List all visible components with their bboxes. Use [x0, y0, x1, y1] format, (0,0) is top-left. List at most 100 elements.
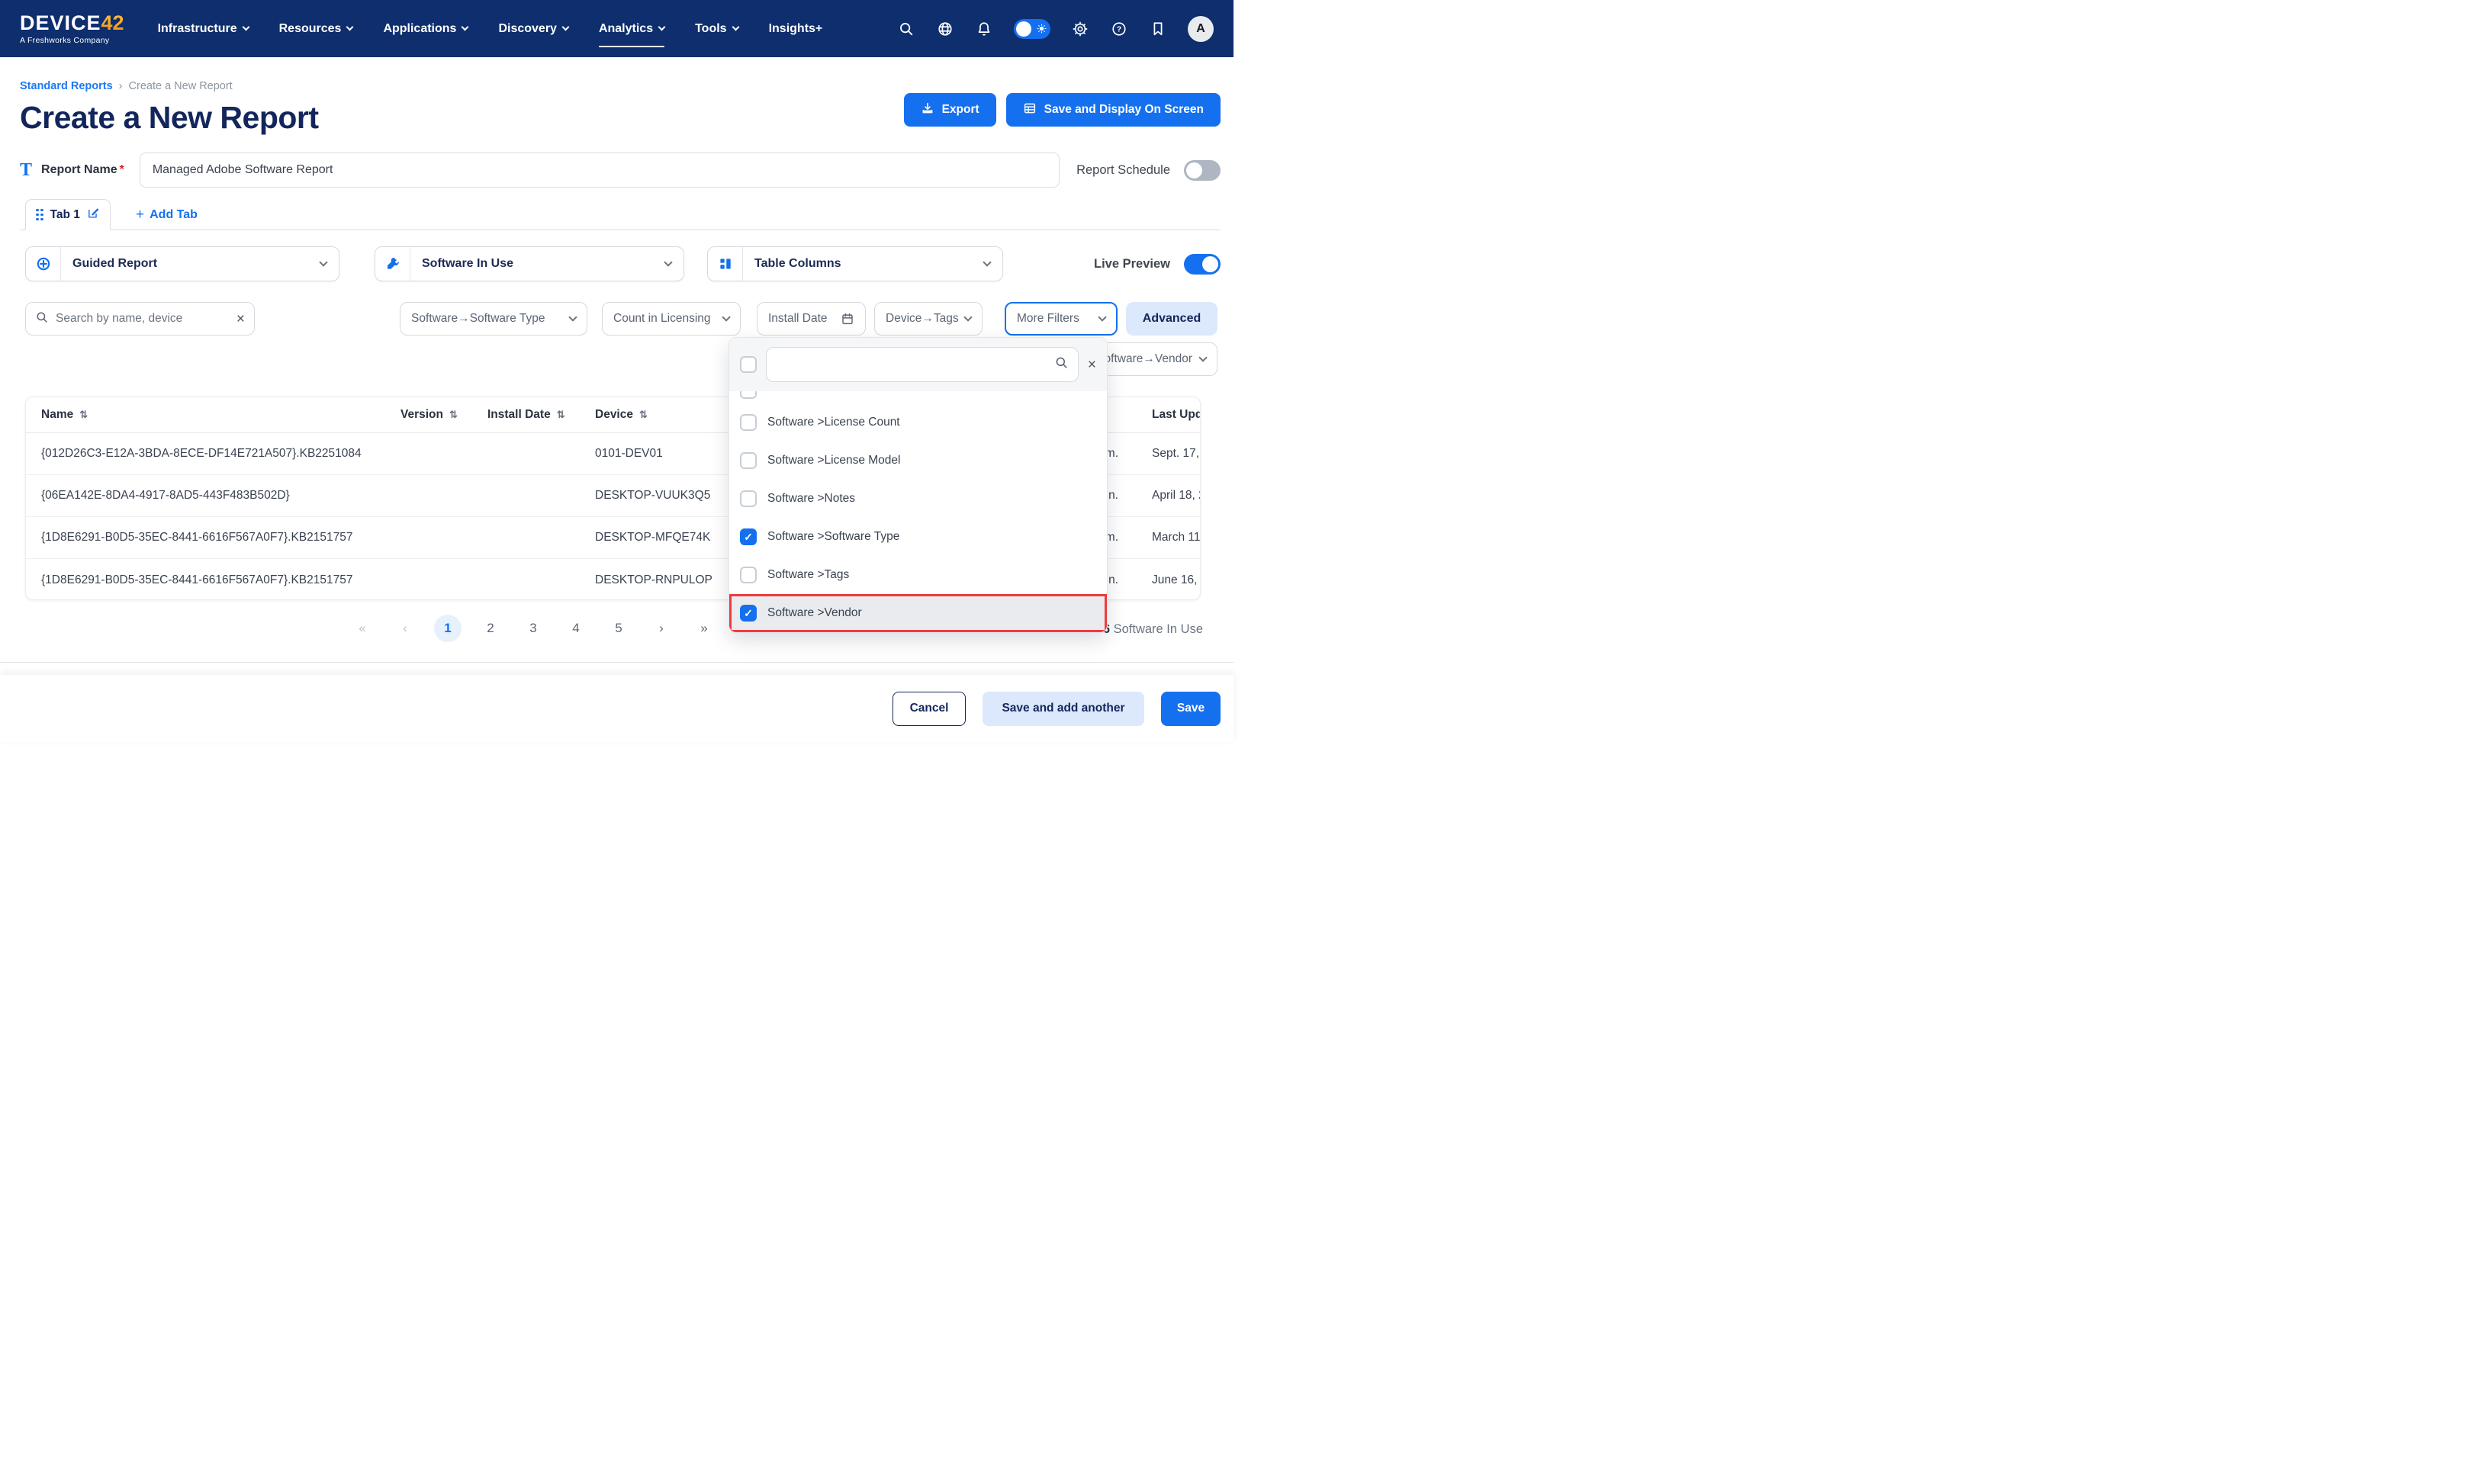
sort-icon[interactable]: ⇅	[639, 409, 648, 421]
page-button-1[interactable]: 1	[434, 615, 462, 642]
cell-device: 0101-DEV01	[595, 433, 663, 474]
nav-item-discovery[interactable]: Discovery	[498, 0, 568, 57]
next-page-button[interactable]: ›	[648, 615, 675, 642]
sort-icon[interactable]: ⇅	[449, 409, 458, 421]
checked-checkbox[interactable]: ✓	[740, 528, 757, 545]
last-page-button[interactable]: »	[690, 615, 718, 642]
panel-search-input[interactable]	[776, 358, 1048, 371]
column-header-name[interactable]: Name⇅	[41, 397, 88, 432]
chevron-down-icon	[983, 258, 991, 266]
report-name-input[interactable]	[140, 153, 1060, 188]
chevron-down-icon	[319, 258, 327, 266]
cancel-button[interactable]: Cancel	[893, 692, 966, 726]
view-mode-select[interactable]: Table Columns	[707, 246, 1003, 281]
panel-option-software-software-type[interactable]: ✓Software >Software Type	[729, 518, 1107, 556]
nav-item-label: Insights+	[769, 22, 823, 36]
nav-item-label: Discovery	[498, 22, 557, 36]
search-input[interactable]	[56, 312, 230, 326]
report-name-label: Report Name	[41, 163, 117, 177]
live-preview-toggle[interactable]	[1184, 254, 1221, 275]
live-preview-label: Live Preview	[1094, 257, 1170, 271]
report-schedule-toggle[interactable]	[1184, 160, 1221, 181]
navbar-actions: ? A	[897, 16, 1214, 42]
select-all-checkbox[interactable]	[740, 356, 757, 373]
notifications-bell-icon[interactable]	[975, 20, 993, 38]
page-button-5[interactable]: 5	[605, 615, 632, 642]
chevron-down-icon	[1098, 313, 1106, 321]
chevron-down-icon	[346, 24, 354, 31]
add-tab-label: Add Tab	[150, 208, 198, 222]
report-type-select[interactable]: Guided Report	[25, 246, 339, 281]
pagination: « ‹ 12345 › »	[349, 615, 718, 642]
header-buttons: Export Save and Display On Screen	[904, 93, 1221, 127]
globe-icon[interactable]	[936, 20, 954, 38]
save-display-button[interactable]: Save and Display On Screen	[1006, 93, 1221, 127]
filter-chip-device-tags[interactable]: Device→Tags	[874, 302, 983, 336]
close-panel-icon[interactable]: ×	[1088, 358, 1096, 372]
filter-chip-software-software-type[interactable]: Software→Software Type	[400, 302, 587, 336]
panel-header: ×	[729, 338, 1107, 391]
toggle-knob	[1186, 162, 1202, 178]
nav-item-applications[interactable]: Applications	[383, 0, 468, 57]
settings-gear-icon[interactable]	[1071, 20, 1089, 38]
wrench-icon	[375, 247, 410, 281]
export-button[interactable]: Export	[904, 93, 996, 127]
live-preview-control: Live Preview	[1094, 254, 1221, 275]
content-divider	[0, 662, 1234, 663]
previous-page-button[interactable]: ‹	[391, 615, 419, 642]
breadcrumb-standard-reports[interactable]: Standard Reports	[20, 80, 113, 92]
nav-item-analytics[interactable]: Analytics	[599, 0, 664, 57]
checked-checkbox[interactable]: ✓	[740, 605, 757, 622]
nav-item-insights[interactable]: Insights+	[769, 0, 823, 57]
nav-item-tools[interactable]: Tools	[695, 0, 738, 57]
page-button-4[interactable]: 4	[562, 615, 590, 642]
column-header-device[interactable]: Device⇅	[595, 397, 648, 432]
panel-option-software-license-model[interactable]: Software >License Model	[729, 442, 1107, 480]
clear-search-icon[interactable]: ×	[236, 312, 245, 326]
unchecked-checkbox[interactable]	[740, 414, 757, 431]
drag-handle-icon[interactable]	[36, 209, 43, 221]
save-and-add-another-button[interactable]: Save and add another	[983, 692, 1144, 726]
page-button-2[interactable]: 2	[477, 615, 504, 642]
edit-tab-icon[interactable]	[87, 207, 100, 223]
panel-option-software-license-count[interactable]: Software >License Count	[729, 403, 1107, 442]
checkbox	[740, 391, 757, 399]
unchecked-checkbox[interactable]	[740, 452, 757, 469]
column-header-last-upd[interactable]: Last Upd	[1152, 397, 1201, 432]
nav-item-resources[interactable]: Resources	[279, 0, 353, 57]
cell-last-updated: June 16, 2	[1152, 559, 1201, 600]
user-avatar[interactable]: A	[1188, 16, 1214, 42]
column-header-version[interactable]: Version⇅	[400, 397, 458, 432]
chevron-down-icon	[242, 24, 249, 31]
cell-device: DESKTOP-MFQE74K	[595, 517, 710, 558]
device42-logo[interactable]: DEVICE42 A Freshworks Company	[20, 13, 124, 45]
panel-option-software-tags[interactable]: Software >Tags	[729, 556, 1107, 594]
add-tab-button[interactable]: + Add Tab	[136, 207, 198, 223]
chevron-down-icon	[658, 24, 666, 31]
bookmark-icon[interactable]	[1149, 20, 1167, 38]
tab-1[interactable]: Tab 1	[25, 199, 111, 230]
panel-option-software-notes[interactable]: Software >Notes	[729, 480, 1107, 518]
sort-icon[interactable]: ⇅	[79, 409, 88, 421]
first-page-button[interactable]: «	[349, 615, 376, 642]
panel-option-software-vendor[interactable]: ✓Software >Vendor	[729, 594, 1107, 632]
sort-icon[interactable]: ⇅	[557, 409, 565, 421]
theme-toggle[interactable]	[1014, 19, 1050, 39]
save-button[interactable]: Save	[1161, 692, 1221, 726]
unchecked-checkbox[interactable]	[740, 567, 757, 583]
filter-chip-count-in-licensing[interactable]: Count in Licensing	[602, 302, 741, 336]
unchecked-checkbox[interactable]	[740, 490, 757, 507]
filter-chip-install-date[interactable]: Install Date	[757, 302, 866, 336]
search-icon[interactable]	[897, 20, 915, 38]
text-type-icon: T	[20, 160, 32, 181]
export-label: Export	[942, 103, 979, 117]
column-header-install-date[interactable]: Install Date⇅	[487, 397, 565, 432]
advanced-button[interactable]: Advanced	[1126, 302, 1217, 336]
help-icon[interactable]: ?	[1110, 20, 1128, 38]
data-source-select[interactable]: Software In Use	[375, 246, 684, 281]
filter-chip-more-filters[interactable]: More Filters	[1005, 302, 1118, 336]
table-columns-icon	[708, 247, 743, 281]
page-button-3[interactable]: 3	[519, 615, 547, 642]
nav-item-infrastructure[interactable]: Infrastructure	[158, 0, 249, 57]
filter-row: × Software→Software Type Count in Licensi…	[20, 302, 1221, 336]
